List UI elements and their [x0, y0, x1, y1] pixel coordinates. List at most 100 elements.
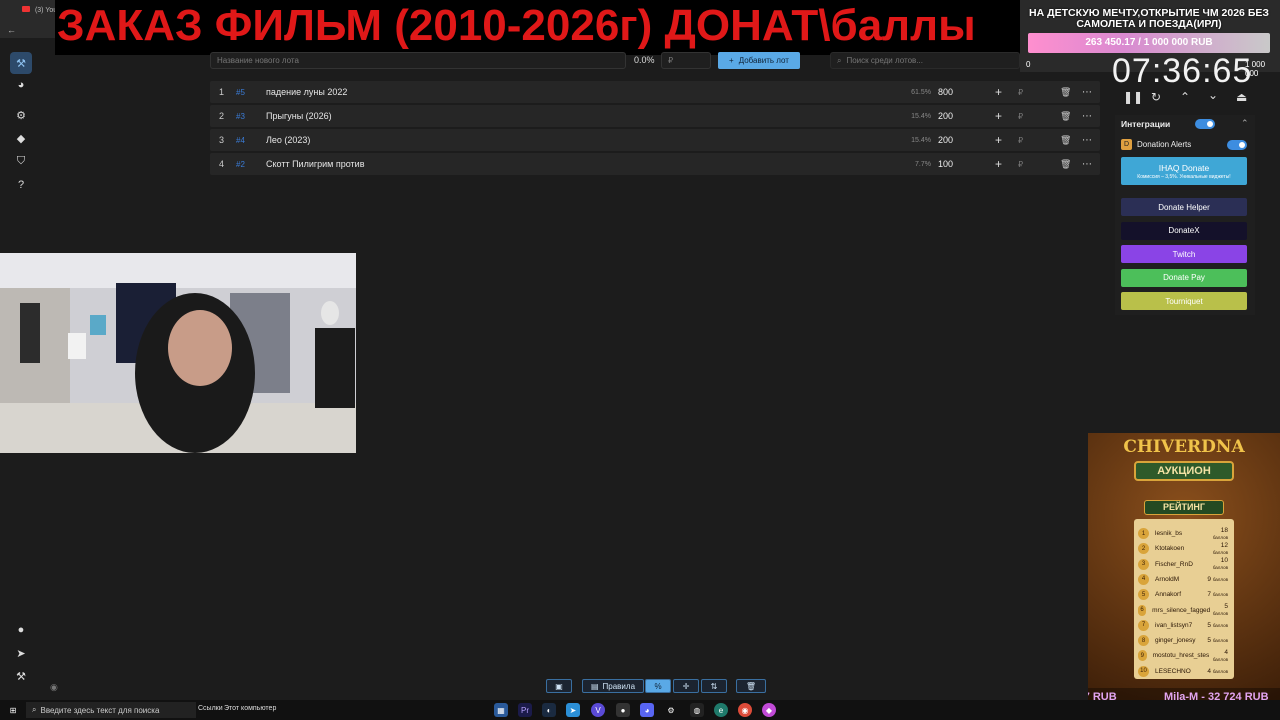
lot-amount[interactable]: 800 — [938, 87, 953, 97]
delete-icon[interactable]: 🗑 — [1060, 87, 1071, 98]
steam-icon[interactable]: ◐ — [542, 703, 556, 717]
ihaq-label: IHAQ Donate — [1158, 162, 1210, 173]
integration-button[interactable]: Twitch — [1121, 245, 1247, 263]
tools-icon[interactable]: ⚒ — [10, 665, 32, 687]
telegram-icon[interactable]: ➤ — [566, 703, 580, 717]
delete-icon[interactable]: 🗑 — [1060, 111, 1071, 122]
rating-rank: 6 — [1138, 604, 1147, 616]
windows-start-icon[interactable]: ⊞ — [6, 703, 20, 717]
chevron-down-icon[interactable]: ⌄ — [1208, 88, 1218, 102]
eye-icon[interactable]: ◉ — [50, 682, 58, 693]
github-icon[interactable]: ● — [10, 619, 32, 641]
help-icon[interactable]: ? — [10, 174, 32, 196]
rating-rank: 9 — [1138, 650, 1147, 662]
browser-back-icon[interactable]: ← — [7, 25, 16, 35]
rules-icon: ▤ — [590, 681, 599, 691]
chevron-up-icon[interactable]: ⌃ — [1241, 118, 1249, 129]
reset-icon[interactable]: ↻ — [1151, 90, 1161, 104]
add-amount-icon[interactable]: + — [995, 133, 1002, 147]
more-icon[interactable]: ⋯ — [1082, 135, 1092, 146]
rating-points: 10 баллов — [1212, 557, 1228, 571]
chevron-up-icon[interactable]: ⌃ — [1180, 90, 1190, 104]
telegram-icon[interactable]: ➤ — [10, 642, 32, 664]
donation-alerts-toggle[interactable] — [1227, 140, 1247, 150]
links-label[interactable]: Ссылки — [198, 705, 223, 712]
goal-progress-text: 263 450.17 / 1 000 000 RUB — [1085, 37, 1213, 48]
lot-id: #2 — [236, 159, 245, 169]
lot-name[interactable]: Скотт Пилигрим против — [266, 159, 365, 169]
rating-rank: 5 — [1138, 589, 1149, 601]
pause-icon[interactable]: ❚❚ — [1123, 90, 1143, 104]
rating-row: 9 mostotu_hrest_stes 4 баллов — [1138, 649, 1228, 662]
integrations-toggle[interactable] — [1195, 119, 1215, 129]
lot-currency[interactable]: ₽ — [1018, 160, 1023, 169]
more-icon[interactable]: ⋯ — [1082, 87, 1092, 98]
obs-icon[interactable]: ● — [616, 703, 630, 717]
discord-icon[interactable]: ◕ — [640, 703, 654, 717]
save-icon[interactable]: ▣ — [546, 679, 572, 693]
rating-points: 4 баллов — [1212, 648, 1228, 662]
settings-icon[interactable]: ⚙ — [664, 703, 678, 717]
rating-name: LESECHNO — [1155, 667, 1191, 675]
youtube-icon — [22, 6, 30, 12]
taskbar-search[interactable]: ⌕ Введите здесь текст для поиска — [26, 702, 196, 718]
integration-button[interactable]: Donate Pay — [1121, 268, 1247, 287]
lot-amount[interactable]: 200 — [938, 111, 953, 121]
edge-icon[interactable]: e — [714, 703, 728, 717]
rating-name: mrs_silence_fagged — [1152, 606, 1211, 614]
lot-name[interactable]: Прыгуны (2026) — [266, 111, 332, 121]
new-lot-input[interactable]: Название нового лота — [210, 52, 626, 69]
shield-icon[interactable]: ⛉ — [10, 150, 32, 172]
vpn-icon[interactable]: V — [591, 703, 605, 717]
collapse-icon[interactable]: ⏏ — [1236, 90, 1247, 104]
add-amount-icon[interactable]: + — [995, 109, 1002, 123]
calculator-icon[interactable]: ▦ — [494, 703, 508, 717]
wheel-icon[interactable]: ◕ — [10, 74, 32, 96]
lot-id: #4 — [236, 135, 245, 145]
premiere-icon[interactable]: Pr — [518, 703, 532, 717]
amount-input[interactable]: ₽ — [661, 52, 711, 69]
add-amount-icon[interactable]: + — [995, 85, 1002, 99]
lot-row[interactable]: 2 #3 Прыгуны (2026) 15.4% 200 + ₽ 🗑 ⋯ — [210, 105, 1100, 127]
more-icon[interactable]: ⋯ — [1082, 159, 1092, 170]
rating-rank: 3 — [1138, 558, 1149, 570]
rating-points: 7 баллов — [1207, 591, 1228, 599]
rating-points: 5 баллов — [1212, 603, 1228, 616]
auction-icon[interactable]: ⚒ — [10, 52, 32, 74]
lot-amount[interactable]: 200 — [938, 135, 953, 145]
search-input[interactable]: ⌕ Поиск среди лотов... — [830, 52, 1020, 69]
lot-name[interactable]: Лео (2023) — [266, 135, 310, 145]
more-icon[interactable]: ⋯ — [1082, 111, 1092, 122]
move-icon[interactable]: ✛ — [673, 679, 699, 693]
lot-row[interactable]: 3 #4 Лео (2023) 15.4% 200 + ₽ 🗑 ⋯ — [210, 129, 1100, 151]
add-amount-icon[interactable]: + — [995, 157, 1002, 171]
lot-name[interactable]: падение луны 2022 — [266, 87, 347, 97]
lot-currency[interactable]: ₽ — [1018, 88, 1023, 97]
chrome-icon[interactable]: ◉ — [738, 703, 752, 717]
lot-row[interactable]: 4 #2 Скотт Пилигрим против 7.7% 100 + ₽ 🗑 ⋯ — [210, 153, 1100, 175]
percent-mode-button[interactable]: % — [645, 679, 671, 693]
lot-currency[interactable]: ₽ — [1018, 136, 1023, 145]
auction-subtitle: РЕЙТИНГ — [1144, 500, 1224, 515]
integration-button[interactable]: Tourniquet — [1121, 292, 1247, 310]
integration-button[interactable]: DonateX — [1121, 221, 1247, 240]
sort-icon[interactable]: ⇅ — [701, 679, 727, 693]
app-icon[interactable]: ◆ — [762, 703, 776, 717]
lot-amount[interactable]: 100 — [938, 159, 953, 169]
delete-icon[interactable]: 🗑 — [1060, 159, 1071, 170]
rules-button[interactable]: ▤ Правила — [582, 679, 644, 693]
ihaq-donate-button[interactable]: IHAQ Donate Комиссия – 3,5%. Уникальные … — [1121, 157, 1247, 185]
rating-name: Ktotakoen — [1155, 545, 1185, 553]
percent-field[interactable]: 0.0% — [634, 55, 655, 65]
integration-button[interactable]: Donate Helper — [1121, 198, 1247, 216]
trash-icon[interactable]: 🗑 — [736, 679, 766, 693]
computer-label[interactable]: Этот компьютер — [224, 705, 276, 712]
add-lot-button[interactable]: + Добавить лот — [718, 52, 800, 69]
lot-row[interactable]: 1 #5 падение луны 2022 61.5% 800 + ₽ 🗑 ⋯ — [210, 81, 1100, 103]
layers-icon[interactable]: ◆ — [10, 127, 32, 149]
rating-points: 5 баллов — [1207, 637, 1228, 645]
lot-currency[interactable]: ₽ — [1018, 112, 1023, 121]
browser-icon[interactable]: ◍ — [690, 703, 704, 717]
delete-icon[interactable]: 🗑 — [1060, 135, 1071, 146]
gear-icon[interactable]: ⚙ — [10, 104, 32, 126]
